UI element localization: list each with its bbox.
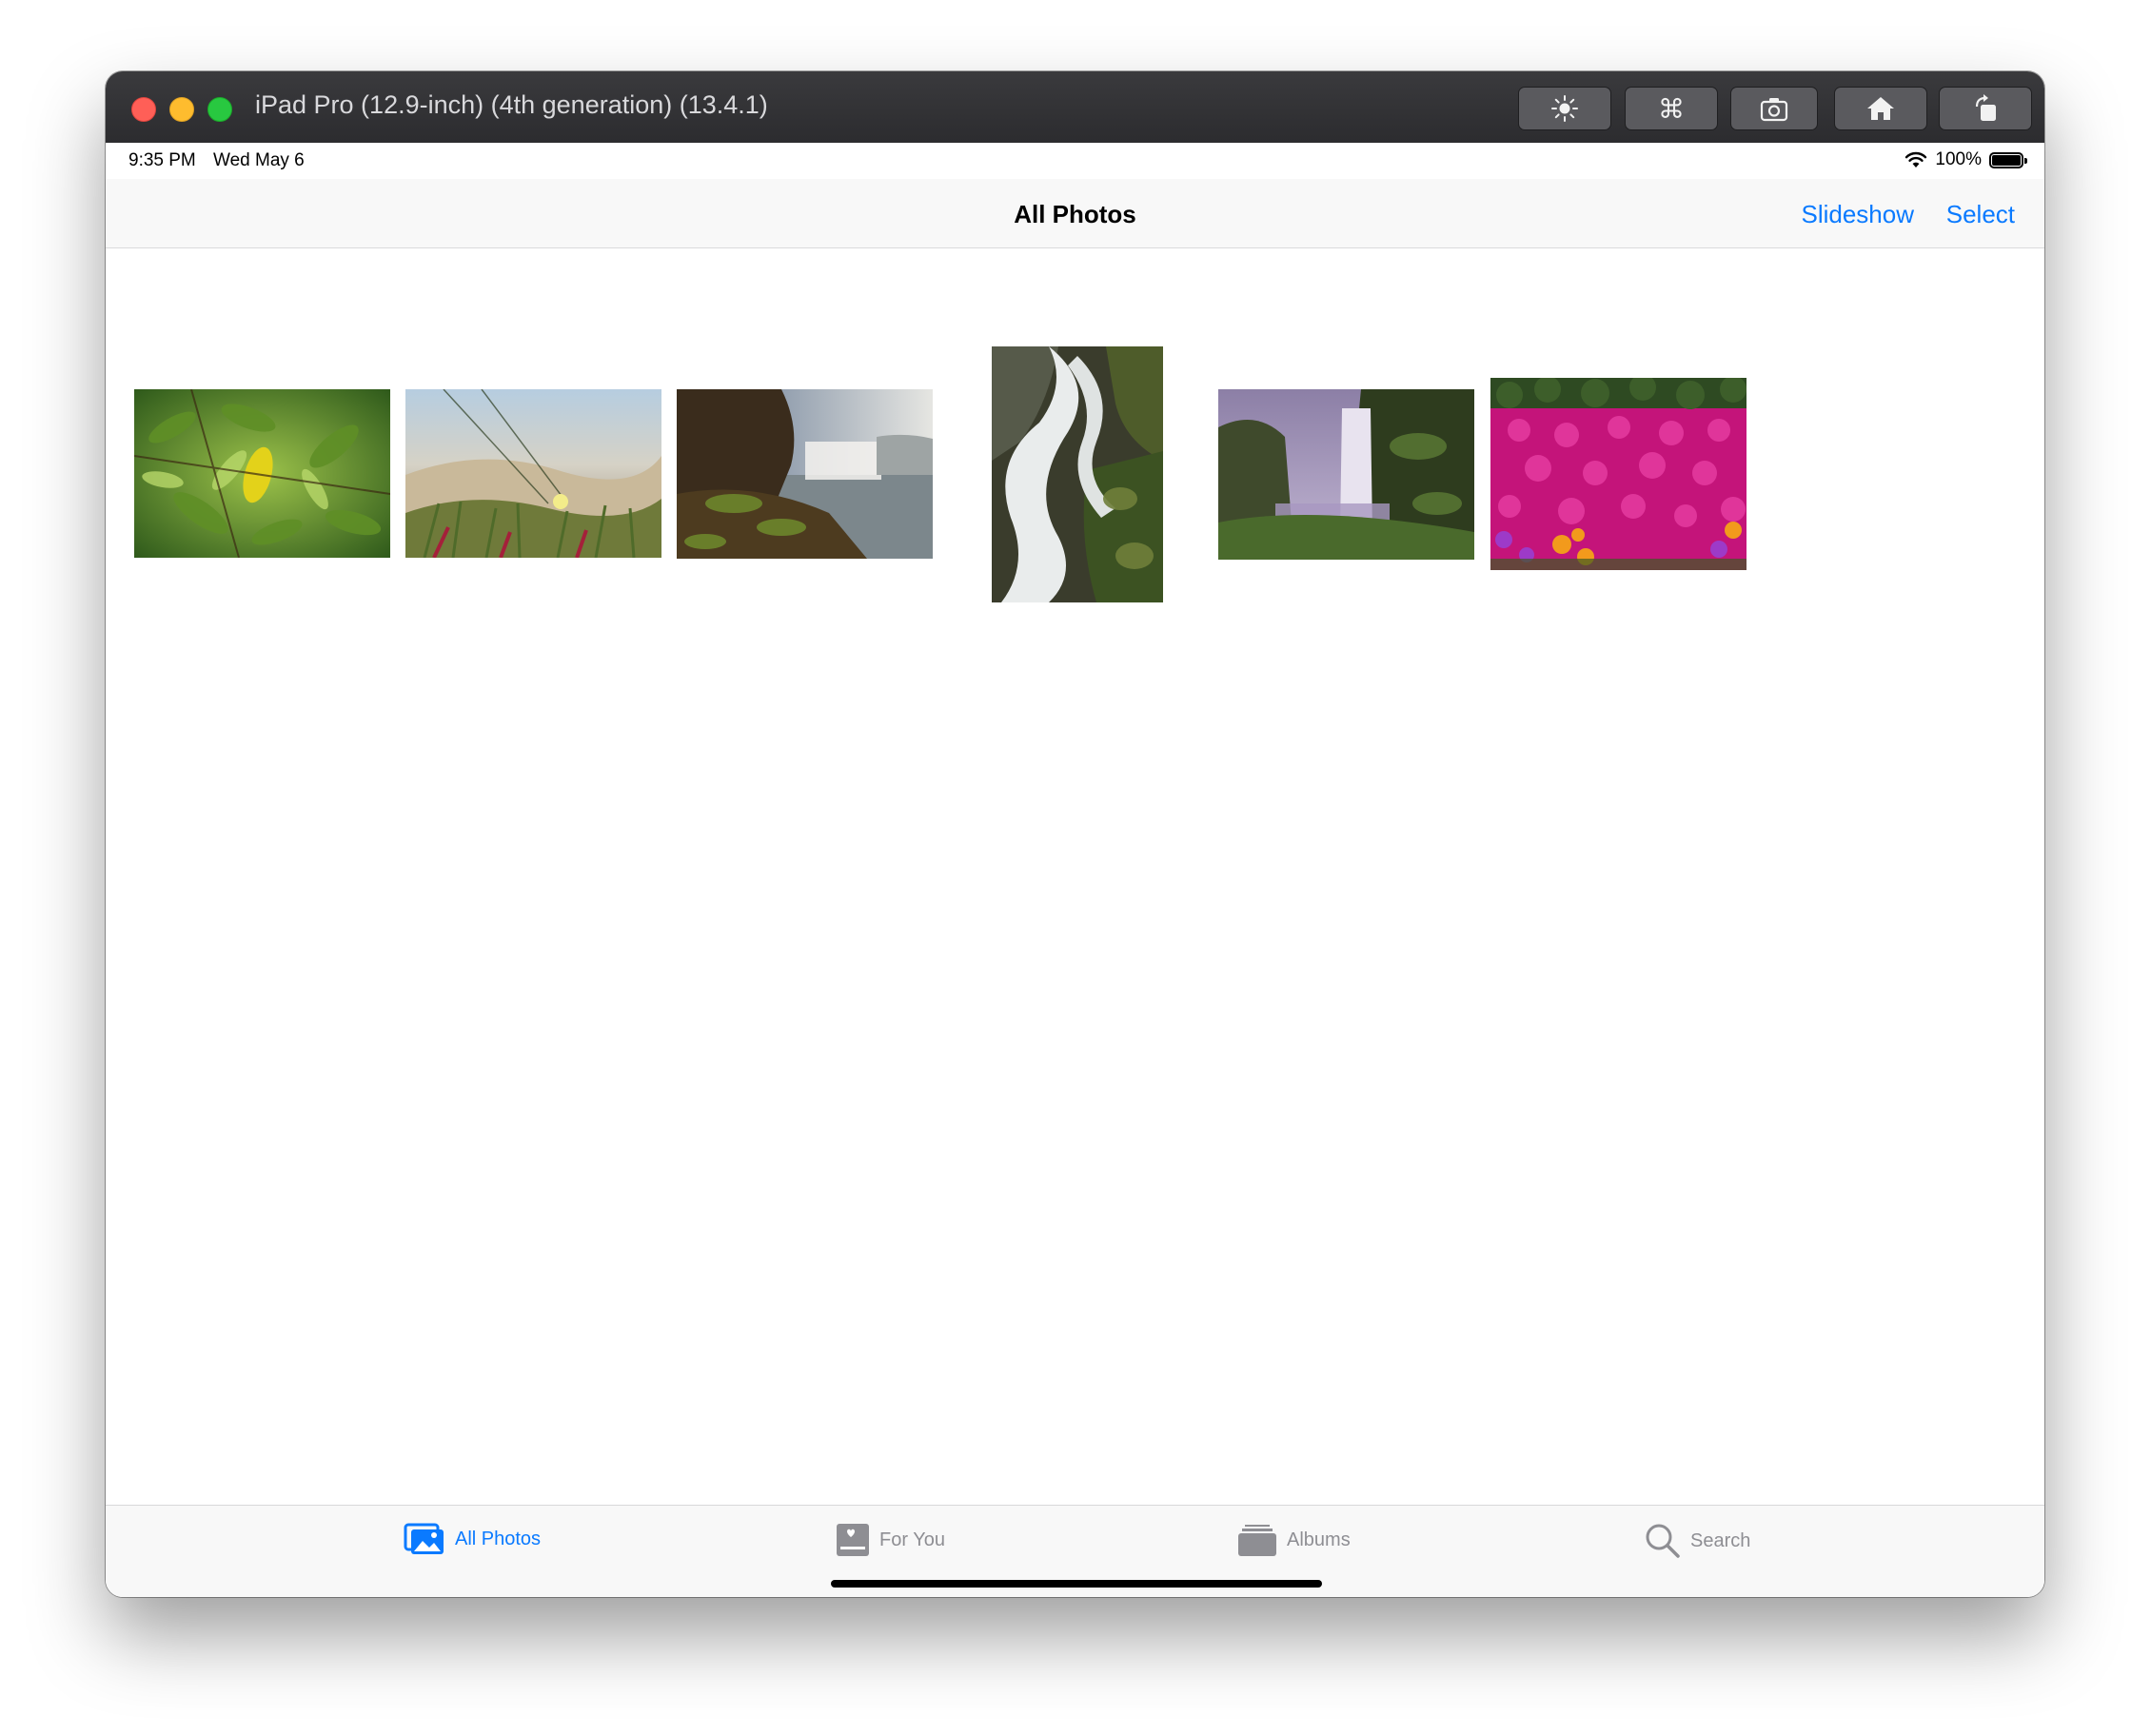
tab-label: Albums <box>1287 1529 1351 1550</box>
brightness-icon <box>1551 95 1578 122</box>
screenshot-button[interactable] <box>1730 87 1818 130</box>
photo-thumbnail-2[interactable] <box>405 389 661 558</box>
tab-label: Search <box>1690 1529 1751 1551</box>
tab-search[interactable]: Search <box>1645 1523 1750 1559</box>
navigation-bar: All Photos Slideshow Select <box>106 179 2044 248</box>
home-button[interactable] <box>1834 87 1927 130</box>
tab-albums[interactable]: Albums <box>1237 1523 1351 1557</box>
page-title: All Photos <box>1014 200 1136 228</box>
photos-icon <box>404 1523 444 1554</box>
rotate-icon <box>1975 94 1996 121</box>
status-time: 9:35 PM <box>128 150 196 170</box>
brightness-button[interactable] <box>1518 87 1611 130</box>
photo-thumbnail-4[interactable] <box>992 346 1163 602</box>
window-title: iPad Pro (12.9-inch) (4th generation) (1… <box>255 90 768 119</box>
tab-bar: All Photos For You Albums Search <box>106 1505 2044 1597</box>
albums-icon <box>1238 1525 1276 1556</box>
tab-for-you[interactable]: For You <box>836 1523 945 1557</box>
photo-thumbnail-5[interactable] <box>1218 389 1474 560</box>
close-window-button[interactable] <box>131 97 156 122</box>
home-indicator[interactable] <box>831 1580 1322 1588</box>
tab-all-photos[interactable]: All Photos <box>404 1523 541 1555</box>
minimize-window-button[interactable] <box>169 97 194 122</box>
for-you-icon <box>837 1524 869 1556</box>
battery-percentage: 100% <box>1935 149 1982 169</box>
simulator-window: iPad Pro (12.9-inch) (4th generation) (1… <box>106 71 2044 1597</box>
screenshot-icon <box>1760 98 1788 122</box>
command-button[interactable]: ⌘ <box>1625 87 1718 130</box>
command-icon: ⌘ <box>1658 93 1685 124</box>
tab-label: All Photos <box>455 1528 542 1549</box>
select-button[interactable]: Select <box>1946 200 2015 229</box>
search-icon <box>1646 1524 1680 1558</box>
status-bar: 9:35 PM Wed May 6 100% <box>106 143 2044 179</box>
battery-icon <box>1989 151 2027 168</box>
photo-thumbnail-3[interactable] <box>677 389 933 559</box>
zoom-window-button[interactable] <box>207 97 232 122</box>
photo-thumbnail-1[interactable] <box>134 389 390 558</box>
slideshow-button[interactable]: Slideshow <box>1801 200 1914 229</box>
tab-label: For You <box>879 1529 945 1550</box>
status-indicators: 100% <box>1904 149 2027 170</box>
window-titlebar: iPad Pro (12.9-inch) (4th generation) (1… <box>106 71 2044 144</box>
wifi-icon <box>1905 151 1927 168</box>
ipad-screen: 9:35 PM Wed May 6 100% All Photos Slides… <box>106 143 2044 1597</box>
status-date: Wed May 6 <box>213 150 305 170</box>
home-icon <box>1867 97 1894 120</box>
rotate-button[interactable] <box>1939 87 2032 130</box>
photo-thumbnail-6[interactable] <box>1490 378 1746 570</box>
